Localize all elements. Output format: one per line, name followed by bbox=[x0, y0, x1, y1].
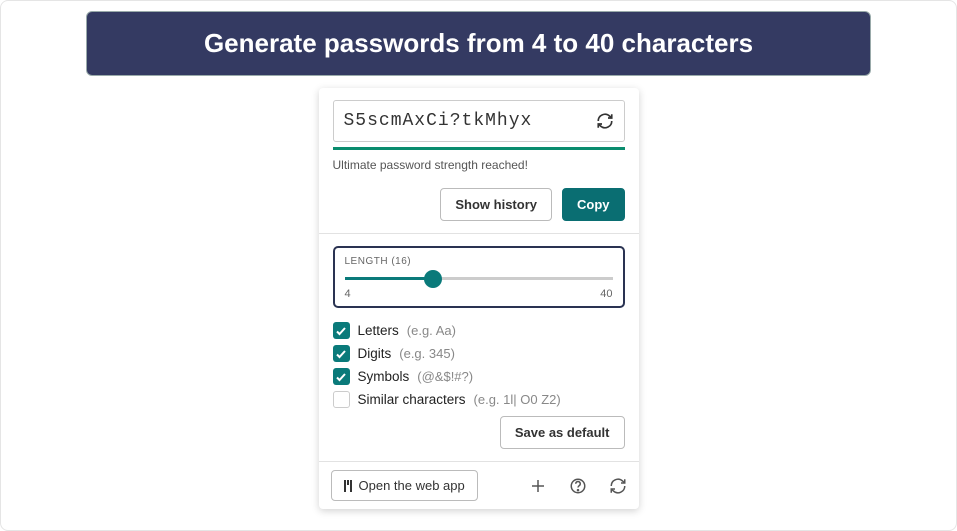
length-slider[interactable] bbox=[345, 277, 613, 280]
slider-thumb[interactable] bbox=[424, 270, 442, 288]
checkbox-similar[interactable] bbox=[333, 391, 350, 408]
app-logo-icon bbox=[344, 480, 352, 492]
option-similar-hint: (e.g. 1l| O0 Z2) bbox=[474, 392, 561, 407]
open-web-app-button[interactable]: Open the web app bbox=[331, 470, 478, 501]
strength-bar bbox=[333, 147, 625, 150]
add-icon[interactable] bbox=[529, 477, 547, 495]
copy-button[interactable]: Copy bbox=[562, 188, 625, 221]
option-symbols[interactable]: Symbols (@&$!#?) bbox=[333, 368, 625, 385]
option-digits[interactable]: Digits (e.g. 345) bbox=[333, 345, 625, 362]
option-letters[interactable]: Letters (e.g. Aa) bbox=[333, 322, 625, 339]
length-label: LENGTH (16) bbox=[345, 256, 613, 267]
sync-icon[interactable] bbox=[609, 477, 627, 495]
strength-label: Ultimate password strength reached! bbox=[333, 158, 625, 172]
options-group: Letters (e.g. Aa) Digits (e.g. 345) Symb… bbox=[333, 322, 625, 408]
banner-title: Generate passwords from 4 to 40 characte… bbox=[86, 11, 871, 76]
footer-bar: Open the web app bbox=[319, 461, 639, 509]
save-default-button[interactable]: Save as default bbox=[500, 416, 625, 449]
regenerate-icon[interactable] bbox=[596, 112, 614, 130]
length-control: LENGTH (16) 4 40 bbox=[333, 246, 625, 308]
option-letters-label: Letters bbox=[358, 323, 399, 338]
length-min: 4 bbox=[345, 288, 351, 300]
length-max: 40 bbox=[600, 288, 612, 300]
option-similar-label: Similar characters bbox=[358, 392, 466, 407]
option-symbols-label: Symbols bbox=[358, 369, 410, 384]
option-letters-hint: (e.g. Aa) bbox=[407, 323, 456, 338]
checkbox-symbols[interactable] bbox=[333, 368, 350, 385]
option-similar[interactable]: Similar characters (e.g. 1l| O0 Z2) bbox=[333, 391, 625, 408]
show-history-button[interactable]: Show history bbox=[440, 188, 552, 221]
password-text: S5scmAxCi?tkMhyx bbox=[344, 111, 596, 131]
generator-output-section: S5scmAxCi?tkMhyx Ultimate password stren… bbox=[319, 88, 639, 234]
password-display: S5scmAxCi?tkMhyx bbox=[333, 100, 625, 142]
checkbox-digits[interactable] bbox=[333, 345, 350, 362]
option-symbols-hint: (@&$!#?) bbox=[417, 369, 473, 384]
open-web-app-label: Open the web app bbox=[359, 478, 465, 493]
generator-settings-section: LENGTH (16) 4 40 Letters (e.g. Aa) bbox=[319, 234, 639, 461]
option-digits-hint: (e.g. 345) bbox=[399, 346, 455, 361]
help-icon[interactable] bbox=[569, 477, 587, 495]
checkbox-letters[interactable] bbox=[333, 322, 350, 339]
option-digits-label: Digits bbox=[358, 346, 392, 361]
password-generator-panel: S5scmAxCi?tkMhyx Ultimate password stren… bbox=[319, 88, 639, 509]
